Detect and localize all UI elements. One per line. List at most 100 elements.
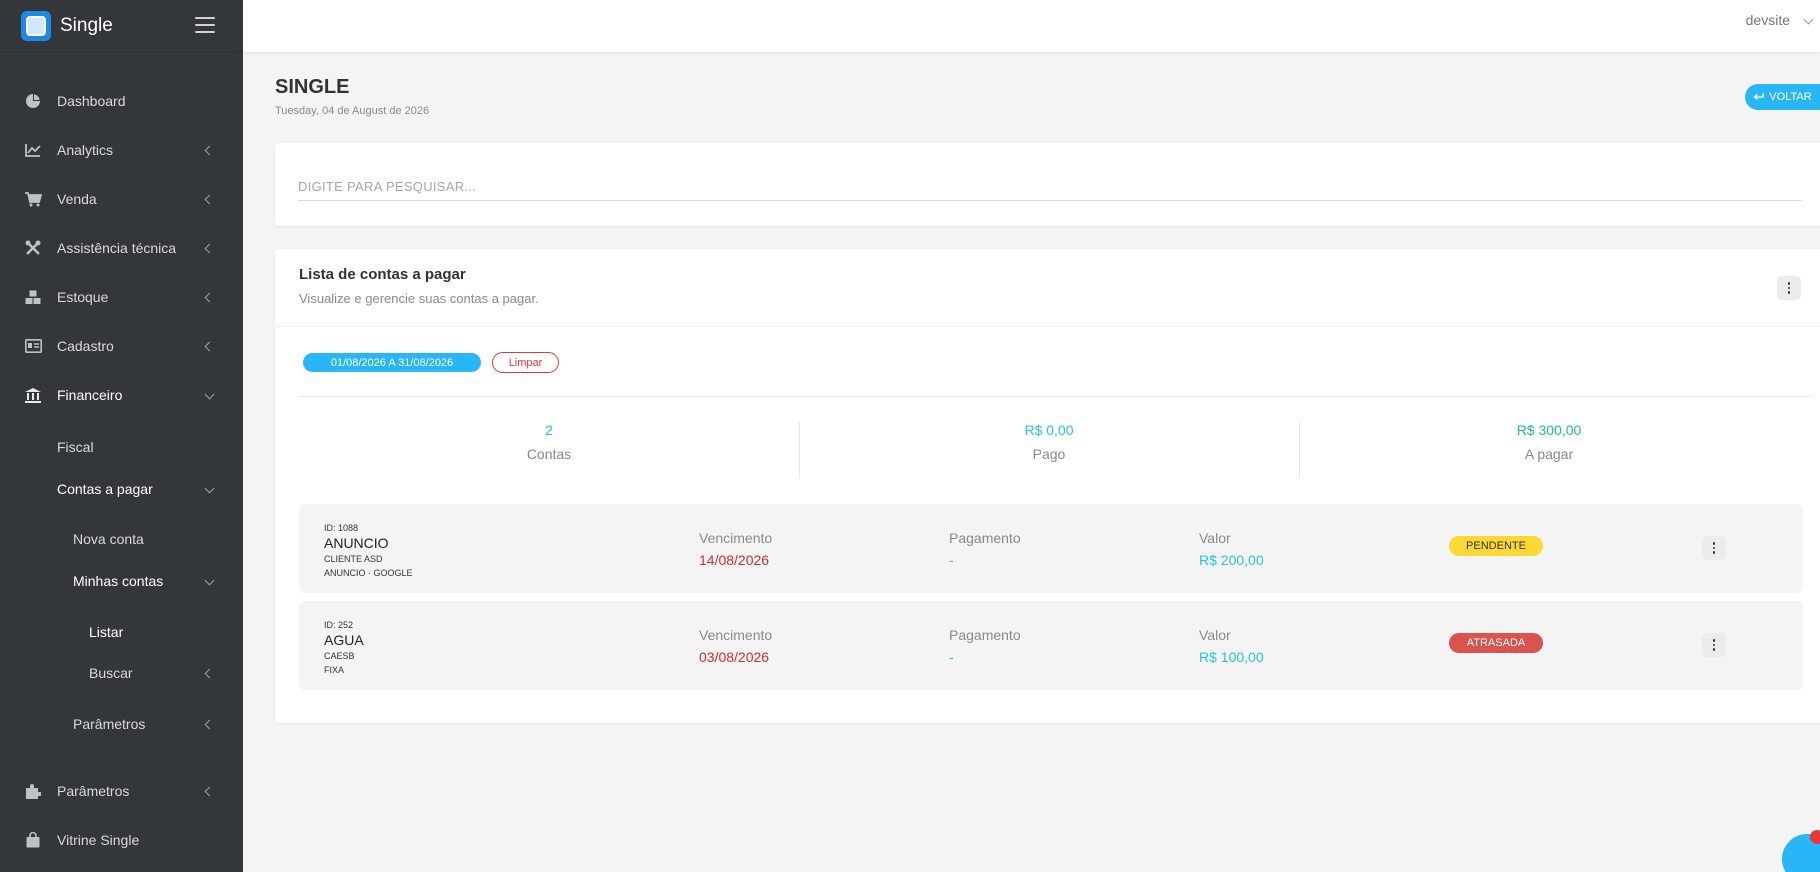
account-category: FIXA [324, 665, 345, 675]
sidebar-item-analytics[interactable]: Analytics [0, 132, 243, 168]
list-item[interactable]: ID: 252 AGUA CAESB FIXA Vencimento 03/08… [299, 601, 1803, 690]
sidebar-item-label: Cadastro [57, 338, 114, 354]
brand-logo-icon [21, 10, 51, 41]
sidebar-item-estoque[interactable]: Estoque [0, 279, 243, 315]
account-value: R$ 100,00 [1199, 649, 1264, 665]
status-badge: PENDENTE [1449, 536, 1543, 556]
sidebar-item-fiscal[interactable]: Fiscal [0, 429, 243, 465]
payment-column: Pagamento - [949, 530, 1021, 568]
sidebar-item-cadastro[interactable]: Cadastro [0, 328, 243, 364]
chart-pie-icon [24, 92, 42, 110]
sidebar-item-contas-a-pagar[interactable]: Contas a pagar [0, 471, 243, 507]
stat-label: Pago [1032, 446, 1066, 462]
payment-column: Pagamento - [949, 627, 1021, 665]
page-title: SINGLE [275, 76, 350, 98]
sidebar-item-vitrine-single[interactable]: Vitrine Single [0, 822, 243, 858]
id-card-icon [24, 337, 42, 355]
sidebar-item-label: Minhas contas [73, 573, 164, 589]
sidebar-item-parametros-contas[interactable]: Parâmetros [0, 706, 243, 742]
sidebar-item-label: Buscar [89, 665, 133, 681]
due-column: Vencimento 03/08/2026 [699, 627, 772, 665]
chevron-left-icon [204, 719, 215, 729]
list-header: Lista de contas a pagar Visualize e gere… [275, 249, 1820, 327]
return-arrow-icon [1753, 93, 1764, 100]
kebab-icon [1712, 639, 1716, 651]
sidebar-item-financeiro[interactable]: Financeiro [0, 377, 243, 413]
chevron-down-icon [204, 483, 215, 494]
due-column: Vencimento 14/08/2026 [699, 530, 772, 568]
sidebar-item-label: Nova conta [73, 531, 144, 547]
payment-date: - [949, 552, 954, 568]
sidebar-item-label: Parâmetros [73, 716, 146, 732]
account-name: ANUNCIO [324, 535, 389, 551]
stat-value: R$ 300,00 [1516, 422, 1582, 438]
sidebar-item-dashboard[interactable]: Dashboard [0, 83, 243, 119]
chevron-left-icon [204, 786, 215, 796]
date-range-filter[interactable]: 01/08/2026 A 31/08/2026 [303, 353, 481, 372]
list-title: Lista de contas a pagar [299, 266, 466, 283]
value-label: Valor [1199, 530, 1231, 546]
chevron-down-icon [204, 389, 215, 400]
hamburger-menu-icon[interactable] [195, 17, 215, 33]
stat-contas: 2 Contas [299, 422, 799, 462]
account-id: ID: 1088 [324, 523, 359, 533]
chevron-down-icon [204, 575, 215, 586]
page-date: Tuesday, 04 de August de 2026 [275, 105, 430, 117]
sidebar-item-label: Vitrine Single [57, 832, 140, 848]
sidebar-item-label: Fiscal [57, 439, 94, 455]
chevron-left-icon [204, 341, 215, 351]
account-id: ID: 252 [324, 620, 354, 630]
user-menu[interactable]: devsite [1746, 12, 1790, 28]
sidebar-item-assistencia-tecnica[interactable]: Assistência técnica [0, 230, 243, 266]
search-input[interactable] [298, 173, 1803, 201]
due-label: Vencimento [699, 627, 773, 643]
kebab-icon [1712, 542, 1716, 554]
top-bar: devsite [243, 0, 1820, 52]
chevron-left-icon [204, 668, 215, 678]
stat-a-pagar: R$ 300,00 A pagar [1299, 422, 1799, 462]
clear-filter-button[interactable]: Limpar [492, 352, 559, 373]
value-column: Valor R$ 200,00 [1199, 530, 1264, 568]
list-item[interactable]: ID: 1088 ANUNCIO CLIENTE ASD ANUNCIO · G… [299, 504, 1803, 593]
payment-label: Pagamento [949, 530, 1021, 546]
chevron-left-icon [204, 194, 215, 204]
divider [299, 396, 1811, 397]
account-client: CAESB [324, 651, 355, 661]
sidebar-item-label: Parâmetros [57, 783, 130, 799]
notification-dot [1810, 830, 1820, 844]
sidebar-item-nova-conta[interactable]: Nova conta [0, 521, 243, 557]
account-options-button[interactable] [1702, 536, 1726, 560]
account-client: CLIENTE ASD [324, 554, 383, 564]
account-options-button[interactable] [1702, 633, 1726, 657]
stat-label: Contas [526, 446, 572, 462]
sidebar-item-label: Listar [89, 624, 124, 640]
puzzle-icon [24, 782, 42, 800]
value-column: Valor R$ 100,00 [1199, 627, 1264, 665]
sidebar-item-minhas-contas[interactable]: Minhas contas [0, 563, 243, 599]
list-options-button[interactable] [1777, 276, 1801, 300]
chevron-left-icon [204, 292, 215, 302]
kebab-icon [1787, 282, 1791, 294]
chevron-left-icon [204, 243, 215, 253]
sidebar-item-venda[interactable]: Venda [0, 181, 243, 217]
bag-icon [24, 831, 42, 849]
status-badge: ATRASADA [1449, 633, 1543, 653]
sidebar-item-listar[interactable]: Listar [0, 614, 243, 650]
chevron-left-icon [204, 145, 215, 155]
sidebar-item-label: Venda [57, 191, 97, 207]
chevron-down-icon[interactable] [1803, 14, 1814, 25]
sidebar: Single Dashboard Analytics Venda Assistê… [0, 0, 243, 872]
bank-icon [24, 386, 42, 404]
brand-name: Single [60, 14, 113, 36]
stat-value: R$ 0,00 [1024, 422, 1074, 438]
boxes-icon [24, 288, 42, 306]
account-value: R$ 200,00 [1199, 552, 1264, 568]
back-button-label: VOLTAR [1769, 91, 1812, 103]
accounts-list-card: Lista de contas a pagar Visualize e gere… [275, 249, 1820, 723]
sidebar-item-buscar[interactable]: Buscar [0, 655, 243, 691]
back-button[interactable]: VOLTAR [1745, 84, 1820, 110]
stat-label: A pagar [1524, 446, 1574, 462]
sidebar-item-parametros[interactable]: Parâmetros [0, 773, 243, 809]
line-chart-icon [24, 141, 42, 159]
payment-date: - [949, 649, 954, 665]
